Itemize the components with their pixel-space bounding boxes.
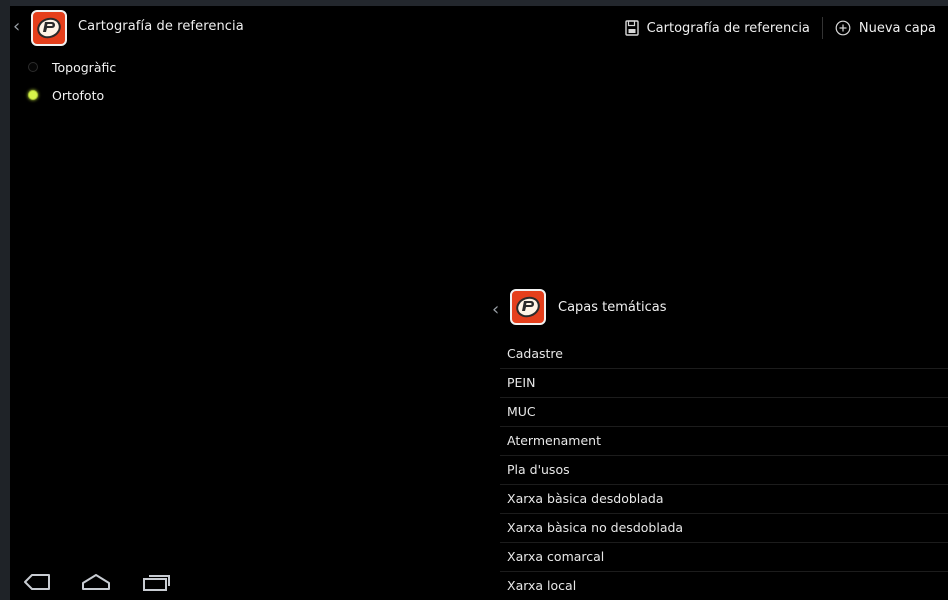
- back-nav-icon[interactable]: [22, 572, 52, 596]
- home-nav-icon[interactable]: [80, 572, 112, 596]
- app-logo-icon[interactable]: [31, 10, 67, 46]
- action-bar-actions: Cartografía de referencia Nueva capa: [613, 6, 948, 50]
- new-layer-button-label: Nueva capa: [858, 20, 936, 36]
- list-item[interactable]: MUC: [500, 398, 948, 427]
- add-circle-icon: [835, 20, 851, 36]
- thematic-layer-list: Cadastre PEIN MUC Atermenament Pla d'uso…: [500, 340, 948, 600]
- radio-label: Ortofoto: [52, 87, 105, 103]
- panel-title: Capas temáticas: [558, 300, 667, 315]
- new-layer-button[interactable]: Nueva capa: [823, 6, 948, 50]
- panel-logo-icon[interactable]: [510, 289, 546, 325]
- panel-back-button[interactable]: ‹: [492, 301, 499, 319]
- list-item[interactable]: Pla d'usos: [500, 456, 948, 485]
- list-item[interactable]: PEIN: [500, 369, 948, 398]
- list-item[interactable]: Cadastre: [500, 340, 948, 369]
- action-bar-title: Cartografía de referencia: [78, 19, 244, 34]
- list-item[interactable]: Xarxa bàsica no desdoblada: [500, 514, 948, 543]
- save-button-label: Cartografía de referencia: [646, 20, 810, 36]
- list-item[interactable]: Xarxa bàsica desdoblada: [500, 485, 948, 514]
- radio-button[interactable]: [28, 62, 38, 72]
- bezel-left: [0, 0, 10, 600]
- list-item[interactable]: Xarxa comarcal: [500, 543, 948, 572]
- list-item[interactable]: Xarxa local: [500, 572, 948, 600]
- save-button[interactable]: Cartografía de referencia: [613, 6, 822, 50]
- save-icon: [624, 20, 639, 36]
- screen: ‹ Cartografía de referencia Cartografía …: [10, 6, 948, 600]
- action-bar: ‹ Cartografía de referencia Cartografía …: [10, 6, 948, 50]
- system-nav-bar: [10, 566, 480, 600]
- up-navigation-button[interactable]: ‹: [13, 18, 20, 36]
- thematic-layers-panel: ‹ Capas temáticas Cadastre PEIN MUC Ater…: [490, 284, 948, 600]
- radio-label: Topogràfic: [52, 59, 117, 75]
- radio-option-ortofoto[interactable]: Ortofoto: [28, 84, 104, 106]
- list-item[interactable]: Atermenament: [500, 427, 948, 456]
- recent-apps-icon[interactable]: [140, 572, 172, 596]
- radio-button-selected[interactable]: [28, 90, 38, 100]
- radio-option-topografic[interactable]: Topogràfic: [28, 56, 116, 78]
